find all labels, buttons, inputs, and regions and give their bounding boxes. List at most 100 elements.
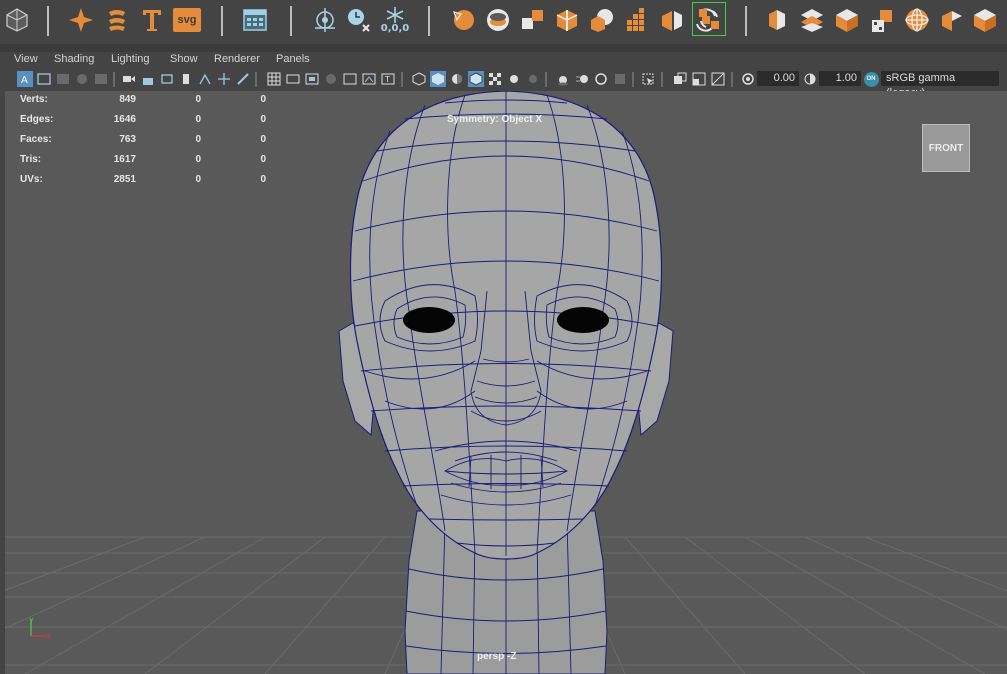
pivot-icon[interactable] xyxy=(197,71,213,87)
menu-panels[interactable]: Panels xyxy=(276,53,310,65)
field-chart-icon[interactable] xyxy=(342,71,358,87)
toolbar-separator xyxy=(661,72,663,87)
cube-corner-icon[interactable] xyxy=(968,3,1002,37)
hud-value: 0 xyxy=(260,134,266,145)
hud-label: Verts: xyxy=(20,94,48,105)
color-management-toggle[interactable]: ON xyxy=(863,71,879,87)
grid-toggle-icon[interactable] xyxy=(93,71,109,87)
camera-attributes-icon[interactable] xyxy=(36,71,52,87)
hud-value: 2851 xyxy=(113,174,136,185)
depth-of-field-icon[interactable] xyxy=(612,71,628,87)
grid-display-icon[interactable] xyxy=(266,71,282,87)
sparkle-icon[interactable] xyxy=(64,3,98,37)
hud-value: 1646 xyxy=(113,114,136,125)
wireframe-on-shaded-icon[interactable] xyxy=(468,71,484,87)
view-cube[interactable]: FRONT xyxy=(922,124,970,172)
menu-show[interactable]: Show xyxy=(170,53,198,65)
shadows-icon[interactable] xyxy=(525,71,541,87)
xray-active-icon[interactable] xyxy=(691,71,707,87)
camera-icon[interactable] xyxy=(121,71,137,87)
menu-shading[interactable]: Shading xyxy=(54,53,94,65)
bookmark-icon[interactable] xyxy=(55,71,71,87)
sphere-select-icon[interactable] xyxy=(446,3,480,37)
safe-title-icon[interactable]: T xyxy=(380,71,396,87)
hud-value: 1617 xyxy=(113,154,136,165)
hud-value: 849 xyxy=(119,94,136,105)
exposure-field[interactable]: 0.00 xyxy=(757,71,799,86)
layers-icon[interactable] xyxy=(795,3,829,37)
select-camera-icon[interactable]: A xyxy=(17,71,33,87)
cube-cut-icon[interactable] xyxy=(655,3,689,37)
ambient-occlusion-icon[interactable] xyxy=(555,71,571,87)
antialiasing-icon[interactable] xyxy=(593,71,609,87)
hud-label: Faces: xyxy=(20,134,52,145)
boolean-icon[interactable] xyxy=(585,3,619,37)
hud-label: Edges: xyxy=(20,114,54,125)
view-cube-label: FRONT xyxy=(928,142,964,154)
cylinder-cap-icon[interactable] xyxy=(481,3,515,37)
pen-icon[interactable] xyxy=(235,71,251,87)
smooth-shade-icon[interactable] xyxy=(430,71,446,87)
svg-icon[interactable]: svg xyxy=(170,3,204,37)
panel-menubar: View Shading Lighting Show Renderer Pane… xyxy=(5,52,1007,69)
image-plane-icon[interactable] xyxy=(74,71,90,87)
hud-value: 0 xyxy=(260,94,266,105)
sweep-text-icon[interactable] xyxy=(100,3,134,37)
xray-icon[interactable] xyxy=(487,71,503,87)
grid-cube-icon[interactable] xyxy=(620,3,654,37)
bookmark-flag-icon[interactable] xyxy=(178,71,194,87)
sphere-grid-icon[interactable] xyxy=(900,3,934,37)
wireframe-icon[interactable] xyxy=(411,71,427,87)
on-badge: ON xyxy=(863,71,879,87)
gamma-icon[interactable] xyxy=(802,71,818,87)
hud-value: 0 xyxy=(195,114,201,125)
freeze-transform-icon[interactable] xyxy=(342,3,376,37)
text-icon[interactable] xyxy=(135,3,169,37)
hud-value: 0 xyxy=(260,114,266,125)
move-icon[interactable] xyxy=(216,71,232,87)
graph-editor-icon[interactable] xyxy=(238,3,272,37)
cube-open-icon[interactable] xyxy=(830,3,864,37)
gamma-field[interactable]: 1.00 xyxy=(819,71,861,86)
center-pivot-icon[interactable] xyxy=(308,3,342,37)
axis-x-label: x xyxy=(47,631,52,640)
resolution-gate-icon[interactable] xyxy=(304,71,320,87)
box-extrude-icon[interactable] xyxy=(760,3,794,37)
hud-label: Tris: xyxy=(20,154,42,165)
cube-merge-icon[interactable] xyxy=(550,3,584,37)
cube-pattern-icon[interactable] xyxy=(865,3,899,37)
xray-joints-icon[interactable] xyxy=(672,71,688,87)
menu-renderer[interactable]: Renderer xyxy=(214,53,260,65)
hud-value: 0 xyxy=(195,94,201,105)
snowflake-reset-icon[interactable]: 0,0,0 xyxy=(378,3,412,37)
toolbar-separator xyxy=(545,72,547,87)
toolbar-separator xyxy=(255,72,257,87)
menu-view[interactable]: View xyxy=(14,53,38,65)
safe-action-icon[interactable] xyxy=(361,71,377,87)
hud-label: UVs: xyxy=(20,174,43,185)
motion-blur-icon[interactable] xyxy=(574,71,590,87)
isolate-select-icon[interactable] xyxy=(640,71,656,87)
gate-mask-icon[interactable] xyxy=(323,71,339,87)
menu-lighting[interactable]: Lighting xyxy=(111,53,150,65)
shelf-separator xyxy=(221,6,223,36)
default-material-icon[interactable] xyxy=(449,71,465,87)
safe-frame-icon[interactable] xyxy=(159,71,175,87)
shelf-divider xyxy=(0,44,1007,52)
right-eye xyxy=(557,307,609,333)
lights-icon[interactable] xyxy=(506,71,522,87)
color-space-select[interactable]: sRGB gamma (legacy) xyxy=(881,71,999,99)
cube-slice-icon[interactable] xyxy=(935,3,969,37)
backface-culling-icon[interactable] xyxy=(710,71,726,87)
cube-split-icon[interactable] xyxy=(515,3,549,37)
shelf-separator xyxy=(47,6,49,36)
exposure-icon[interactable] xyxy=(740,71,756,87)
toolbar-separator xyxy=(401,72,403,87)
toolbar-separator xyxy=(632,72,634,87)
film-gate-icon[interactable] xyxy=(285,71,301,87)
viewport-scene xyxy=(5,91,1007,674)
lock-camera-icon[interactable] xyxy=(140,71,156,87)
polygon-sphere-icon[interactable] xyxy=(0,3,34,37)
cube-swap-icon[interactable] xyxy=(692,2,726,36)
3d-viewport[interactable]: Verts: 849 0 0 Edges: 1646 0 0 Faces: 76… xyxy=(5,91,1007,674)
